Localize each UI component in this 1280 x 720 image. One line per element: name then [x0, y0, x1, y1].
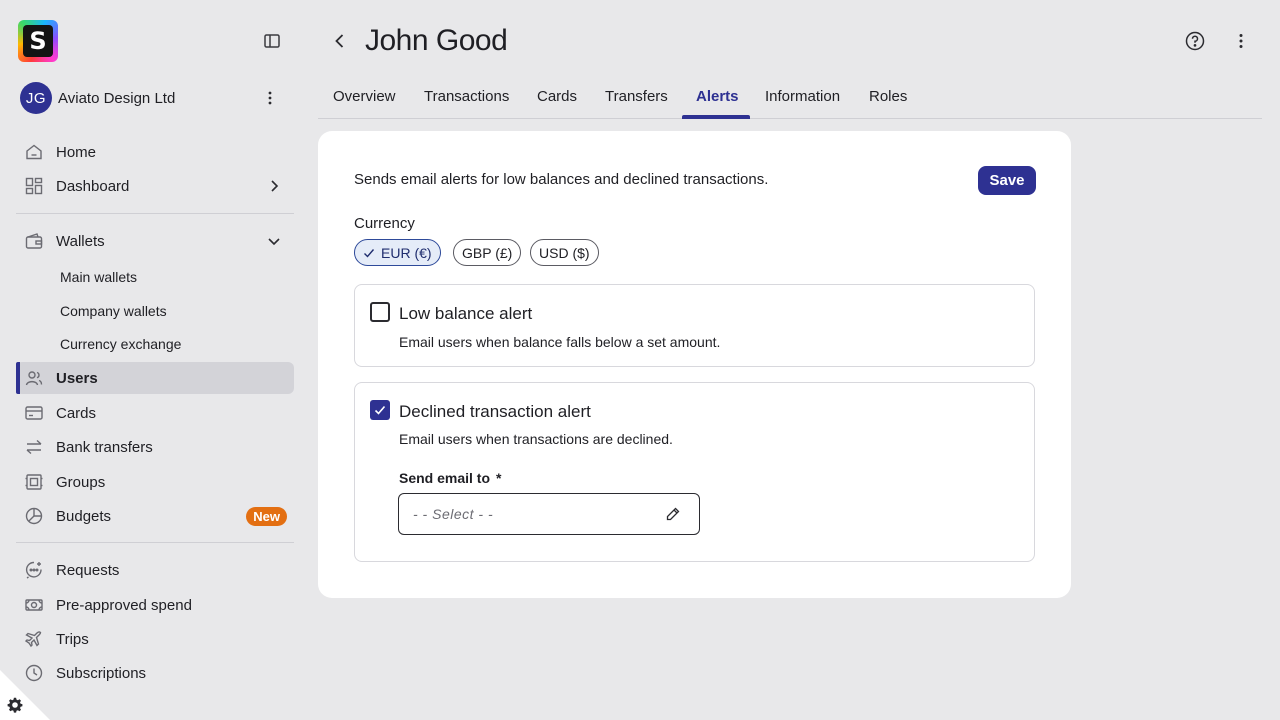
plane-icon	[24, 629, 44, 649]
chip-label: USD ($)	[539, 244, 590, 261]
sidebar-item-label: Bank transfers	[56, 439, 153, 456]
tab-overview[interactable]: Overview	[333, 88, 396, 119]
sidebar: S JG Aviato Design Ltd Home Dashboard Wa…	[0, 0, 310, 720]
wallet-icon	[24, 231, 44, 251]
settings-corner	[0, 670, 50, 720]
groups-icon	[24, 472, 44, 492]
low-balance-checkbox[interactable]	[370, 302, 390, 322]
sidebar-subitem-company-wallets[interactable]: Company wallets	[60, 303, 167, 319]
alerts-description: Sends email alerts for low balances and …	[354, 171, 769, 188]
low-balance-title: Low balance alert	[399, 304, 533, 323]
page-title: John Good	[365, 24, 508, 57]
chip-label: GBP (£)	[462, 244, 513, 261]
sidebar-item-label: Budgets	[56, 508, 112, 525]
chevron-right-icon	[266, 178, 282, 194]
pencil-icon[interactable]	[665, 506, 681, 522]
logo-letter: S	[23, 25, 53, 57]
low-balance-alert-box: Low balance alert Email users when balan…	[354, 284, 1035, 367]
more-vertical-icon[interactable]	[1231, 31, 1251, 51]
sidebar-item-label: Subscriptions	[56, 665, 147, 682]
currency-chip-usd[interactable]: USD ($)	[530, 239, 599, 266]
sidebar-toggle-icon[interactable]	[262, 31, 282, 51]
sidebar-item-label: Requests	[56, 562, 120, 579]
declined-alert-box: Declined transaction alert Email users w…	[354, 382, 1035, 562]
tab-bar: Overview Transactions Cards Transfers Al…	[318, 80, 1262, 119]
sidebar-item-label: Trips	[56, 631, 89, 648]
declined-subtitle: Email users when transactions are declin…	[399, 431, 673, 447]
money-icon	[24, 595, 44, 615]
sidebar-item-label: Wallets	[56, 233, 105, 250]
sidebar-item-label: Users	[56, 370, 98, 387]
sidebar-item-dashboard[interactable]: Dashboard	[16, 170, 294, 202]
sidebar-item-label: Dashboard	[56, 178, 130, 195]
sidebar-subitem-currency-exchange[interactable]: Currency exchange	[60, 336, 181, 352]
transfer-icon	[24, 437, 44, 457]
chevron-down-icon	[266, 233, 282, 249]
org-more-icon[interactable]	[260, 88, 280, 108]
low-balance-subtitle: Email users when balance falls below a s…	[399, 334, 721, 350]
card-icon	[24, 403, 44, 423]
sidebar-item-trips[interactable]: Trips	[16, 623, 294, 655]
users-icon	[24, 368, 44, 388]
sidebar-item-requests[interactable]: Requests	[16, 554, 294, 586]
sidebar-item-users[interactable]: Users	[16, 362, 294, 394]
sidebar-item-groups[interactable]: Groups	[16, 466, 294, 498]
required-mark: *	[496, 470, 502, 486]
back-icon[interactable]	[330, 31, 350, 51]
send-email-label-text: Send email to	[399, 470, 491, 486]
tab-roles[interactable]: Roles	[869, 88, 907, 119]
home-icon	[24, 142, 44, 162]
sidebar-item-label: Cards	[56, 405, 97, 422]
requests-icon	[24, 560, 44, 580]
tab-transactions[interactable]: Transactions	[424, 88, 509, 119]
sidebar-item-home[interactable]: Home	[16, 136, 294, 168]
send-email-label: Send email to *	[399, 470, 501, 486]
currency-label: Currency	[354, 215, 415, 232]
select-placeholder: - - Select - -	[413, 506, 494, 522]
sidebar-item-label: Pre-approved spend	[56, 597, 192, 614]
sidebar-item-label: Home	[56, 144, 97, 161]
sidebar-item-label: Groups	[56, 474, 106, 491]
sidebar-divider	[16, 542, 294, 543]
sidebar-item-budgets[interactable]: Budgets New	[16, 500, 294, 532]
budget-icon	[24, 506, 44, 526]
tab-transfers[interactable]: Transfers	[605, 88, 668, 119]
sidebar-divider	[16, 213, 294, 214]
help-icon[interactable]	[1184, 30, 1206, 52]
declined-checkbox[interactable]	[370, 400, 390, 420]
org-switcher[interactable]: JG Aviato Design Ltd	[20, 81, 290, 115]
gear-icon[interactable]	[7, 697, 23, 713]
tab-information[interactable]: Information	[765, 88, 840, 119]
tab-cards[interactable]: Cards	[537, 88, 577, 119]
avatar: JG	[20, 82, 52, 114]
sidebar-item-cards[interactable]: Cards	[16, 397, 294, 429]
app-logo[interactable]: S	[18, 20, 58, 62]
save-button[interactable]: Save	[978, 166, 1036, 195]
sidebar-item-subscriptions[interactable]: Subscriptions	[16, 657, 294, 689]
send-email-select[interactable]: - - Select - -	[398, 493, 700, 535]
alerts-card: Sends email alerts for low balances and …	[318, 131, 1071, 598]
declined-title: Declined transaction alert	[399, 402, 591, 421]
chip-label: EUR (€)	[381, 244, 432, 261]
sidebar-item-pre-approved-spend[interactable]: Pre-approved spend	[16, 589, 294, 621]
dashboard-icon	[24, 176, 44, 196]
sidebar-item-wallets[interactable]: Wallets	[16, 225, 294, 257]
currency-chip-eur[interactable]: EUR (€)	[354, 239, 441, 266]
new-badge: New	[246, 507, 287, 526]
sidebar-item-bank-transfers[interactable]: Bank transfers	[16, 431, 294, 463]
check-icon	[363, 247, 375, 259]
active-tab-indicator	[682, 115, 750, 119]
currency-chip-gbp[interactable]: GBP (£)	[453, 239, 522, 266]
sidebar-subitem-main-wallets[interactable]: Main wallets	[60, 269, 137, 285]
org-name: Aviato Design Ltd	[58, 89, 176, 107]
